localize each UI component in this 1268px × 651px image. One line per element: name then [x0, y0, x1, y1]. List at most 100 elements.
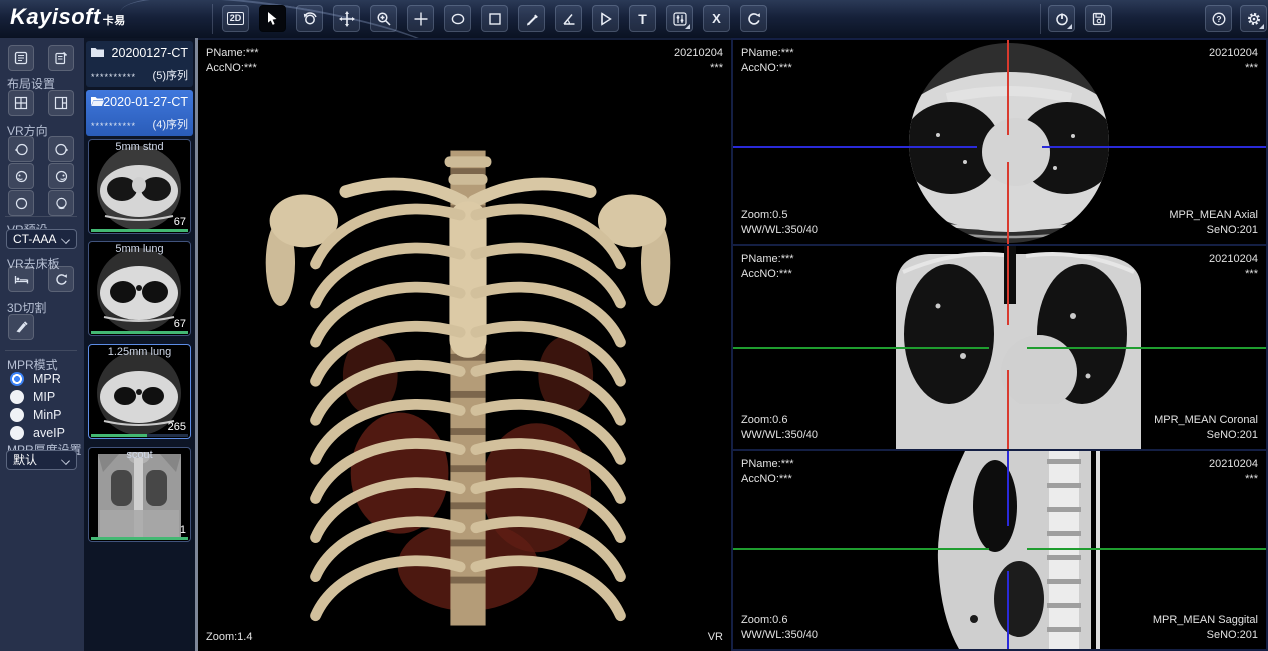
coronal-crosshair-vertical[interactable]	[1007, 370, 1009, 449]
settings-button[interactable]	[1240, 5, 1267, 32]
ellipse-roi-icon	[450, 11, 466, 27]
vr-preset-select[interactable]: CT-AAA	[6, 229, 77, 249]
mpr-thickness-select[interactable]: 默认	[6, 450, 77, 470]
axial-crosshair-horizontal[interactable]	[733, 146, 977, 148]
zoom-factor: Zoom:0.5	[741, 208, 818, 223]
mpr-overlay-bottomleft: Zoom:0.6 WW/WL:350/40	[741, 413, 818, 443]
mpr-mode-option-aveip[interactable]: aveIP	[10, 425, 65, 441]
tool-rotate-button[interactable]	[296, 5, 323, 32]
study-item-selected[interactable]: 2020-01-27-CT ********** (4)序列	[86, 90, 193, 136]
vr-orient-left-button[interactable]	[8, 163, 34, 189]
reset-icon	[54, 272, 69, 287]
report-button[interactable]	[48, 45, 74, 71]
thumbnail-label: scout	[89, 449, 190, 461]
sagittal-crosshair-vertical[interactable]	[1007, 451, 1009, 526]
mpr-option-label: MPR	[33, 372, 61, 386]
tool-2d-view-button[interactable]: 2D	[222, 5, 249, 32]
tool-cobb-angle-button[interactable]	[592, 5, 619, 32]
vr-orient-posterior-button[interactable]	[48, 136, 74, 162]
svg-text:?: ?	[1216, 14, 1221, 24]
mpr-thickness-value: 默认	[13, 453, 37, 467]
accession-number: AccNO:***	[741, 472, 794, 487]
series-thumbnail-1-25mm-lung[interactable]: 1.25mm lung 265	[88, 344, 191, 439]
report-icon	[54, 51, 68, 65]
thumbnail-progress-fill	[91, 331, 188, 334]
coronal-crosshair-vertical[interactable]	[1007, 246, 1009, 325]
study-date: 20210204	[1209, 457, 1258, 472]
axial-crosshair-horizontal[interactable]	[1042, 146, 1266, 148]
tool-measure-button[interactable]	[518, 5, 545, 32]
mpr-option-label: MinP	[33, 408, 61, 422]
sagittal-crosshair-horizontal[interactable]	[733, 548, 989, 550]
top-toolbar: Kayisoft卡易 2D	[0, 0, 1268, 38]
tool-rectangle-button[interactable]	[481, 5, 508, 32]
tool-cursor-button[interactable]	[259, 5, 286, 32]
mpr-view-coronal[interactable]: PName:*** AccNO:*** 20210204 *** Zoom:0.…	[731, 244, 1268, 451]
help-icon: ?	[1211, 11, 1227, 27]
chevron-down-icon	[61, 456, 70, 465]
tool-text-button[interactable]: T	[629, 5, 656, 32]
bed-removal-reset-button[interactable]	[48, 266, 74, 292]
radio-icon	[10, 426, 24, 440]
vr-orient-anterior-button[interactable]	[8, 136, 34, 162]
toolbar-divider	[1040, 4, 1041, 34]
vr-orient-inferior-button[interactable]	[48, 190, 74, 216]
vr-orient-superior-button[interactable]	[8, 190, 34, 216]
cut-3d-button[interactable]	[8, 314, 34, 340]
window-level: WW/WL:350/40	[741, 223, 818, 238]
vr-preset-value: CT-AAA	[13, 232, 56, 246]
vr-viewport[interactable]: PName:*** AccNO:*** 20210204 *** Zoom:1.…	[198, 38, 731, 651]
layout-grid-2x2-button[interactable]	[8, 90, 34, 116]
series-number: SeNO:201	[1153, 628, 1258, 643]
series-thumbnail-5mm-stnd[interactable]: 5mm stnd 67	[88, 139, 191, 234]
help-button[interactable]: ?	[1205, 5, 1232, 32]
thumbnail-label: 5mm lung	[89, 243, 190, 255]
mpr-mode-option-minp[interactable]: MinP	[10, 407, 61, 423]
study-item[interactable]: 20200127-CT ********** (5)序列	[86, 41, 193, 87]
axial-crosshair-vertical[interactable]	[1007, 40, 1009, 135]
sagittal-crosshair-vertical[interactable]	[1007, 571, 1009, 649]
study-title: 20200127-CT	[112, 46, 188, 60]
thumbnail-image-count: 265	[168, 421, 186, 433]
face-profile-left-icon	[14, 169, 29, 184]
layout-1x2-button[interactable]	[48, 90, 74, 116]
bed-removal-button[interactable]	[8, 266, 34, 292]
info-panel-button[interactable]	[8, 45, 34, 71]
mpr-view-axial[interactable]: PName:*** AccNO:*** 20210204 *** Zoom:0.…	[731, 38, 1268, 246]
coronal-crosshair-horizontal[interactable]	[1027, 347, 1266, 349]
tool-reset-button[interactable]	[740, 5, 767, 32]
power-button[interactable]	[1048, 5, 1075, 32]
masked-value: ***	[1209, 267, 1258, 282]
tool-crosshair-button[interactable]	[407, 5, 434, 32]
tool-zoom-button[interactable]	[370, 5, 397, 32]
thumbnail-image-count: 1	[180, 524, 186, 536]
sagittal-crosshair-horizontal[interactable]	[1027, 548, 1266, 550]
save-button[interactable]	[1085, 5, 1112, 32]
series-thumbnail-scout[interactable]: scout 1	[88, 447, 191, 542]
tool-window-level-button[interactable]	[666, 5, 693, 32]
axial-crosshair-vertical[interactable]	[1007, 162, 1009, 244]
render-mode: MPR_MEAN Coronal	[1154, 413, 1258, 428]
logo-suffix: 卡易	[103, 15, 126, 27]
series-number: SeNO:201	[1169, 223, 1258, 238]
vr-overlay-bottomleft: Zoom:1.4	[206, 630, 252, 645]
mpr-view-sagittal[interactable]: PName:*** AccNO:*** 20210204 *** Zoom:0.…	[731, 449, 1268, 651]
thumbnail-image-count: 67	[174, 216, 186, 228]
tool-delete-button[interactable]: X	[703, 5, 730, 32]
face-profile-right-icon	[54, 169, 69, 184]
study-date: 20210204	[1209, 46, 1258, 61]
mpr-mode-option-mpr[interactable]: MPR	[10, 371, 61, 387]
coronal-crosshair-horizontal[interactable]	[733, 347, 989, 349]
tool-ellipse-button[interactable]	[444, 5, 471, 32]
tool-angle-button[interactable]	[555, 5, 582, 32]
gear-icon	[1246, 11, 1262, 27]
mpr-mode-option-mip[interactable]: MIP	[10, 389, 55, 405]
mpr-overlay-bottomleft: Zoom:0.6 WW/WL:350/40	[741, 613, 818, 643]
scalpel-icon	[14, 320, 29, 335]
series-thumbnail-5mm-lung[interactable]: 5mm lung 67	[88, 241, 191, 336]
mpr-option-label: MIP	[33, 390, 55, 404]
tool-pan-button[interactable]	[333, 5, 360, 32]
radio-checked-icon	[10, 372, 24, 386]
vr-orient-right-button[interactable]	[48, 163, 74, 189]
window-level-icon	[672, 11, 688, 27]
